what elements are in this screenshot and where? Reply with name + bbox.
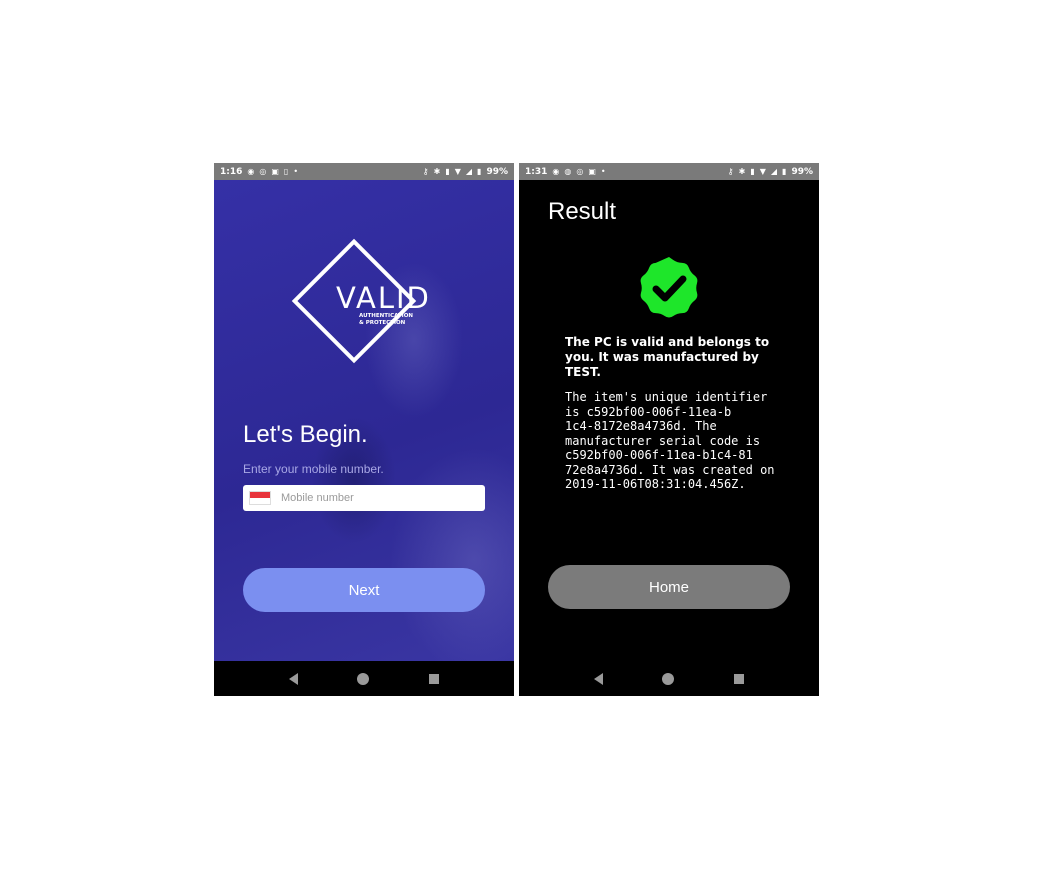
wifi-icon: ▼ (454, 166, 461, 176)
dot-icon: • (600, 166, 606, 176)
messenger-icon: ◎ (259, 166, 267, 176)
back-icon[interactable] (593, 672, 603, 685)
result-detail-line: 72e8a4736d. It was created on (565, 462, 775, 477)
verified-check-icon (640, 257, 698, 318)
nav-bar (214, 661, 514, 696)
recents-icon[interactable] (734, 673, 745, 684)
battery-icon: ▮ (782, 166, 787, 176)
dot-icon: • (293, 166, 299, 176)
logo-tagline-line2: & PROTECTION (359, 320, 406, 326)
battery-level: 99% (486, 166, 508, 177)
result-detail-line: is c592bf00-006f-11ea-b (565, 404, 732, 419)
recents-icon[interactable] (429, 673, 440, 684)
mobile-hint: Enter your mobile number. (243, 462, 384, 476)
battery-level: 99% (791, 166, 813, 177)
result-detail-line: 2019-11-06T08:31:04.456Z. (565, 477, 746, 491)
status-bar: 1:31 ◉ ◍ ◎ ▣ • ⚷ ✱ ▮ ▼ ◢ ▮ 99% (519, 163, 819, 180)
messenger-icon: ◎ (576, 166, 584, 176)
vibrate-icon: ▮ (445, 166, 450, 176)
home-nav-icon[interactable] (357, 672, 370, 685)
maps-icon: ◍ (564, 166, 572, 176)
home-button[interactable]: Home (548, 565, 790, 609)
result-message: The PC is valid and belongs to you. It w… (565, 335, 770, 379)
mobile-number-input[interactable] (279, 491, 473, 505)
status-time: 1:16 (220, 166, 243, 177)
wifi-icon: ▼ (759, 166, 766, 176)
mobile-number-field[interactable] (243, 485, 485, 511)
status-time: 1:31 (525, 166, 548, 177)
key-icon: ⚷ (422, 166, 429, 176)
signal-icon: ◢ (465, 166, 473, 176)
spotify-icon: ◉ (247, 166, 255, 176)
page-title: Let's Begin. (243, 421, 368, 448)
back-icon[interactable] (288, 672, 298, 685)
result-screen: 1:31 ◉ ◍ ◎ ▣ • ⚷ ✱ ▮ ▼ ◢ ▮ 99% Result Th… (519, 163, 819, 696)
logo-tagline: AUTHENTICATION & PROTECTION (359, 313, 413, 327)
result-details: The item's unique identifier is c592bf00-… (565, 390, 775, 492)
login-screen: 1:16 ◉ ◎ ▣ ▯ • ⚷ ✱ ▮ ▼ ◢ ▮ 99% VALID AUT… (214, 163, 514, 696)
sim-icon: ▯ (283, 166, 289, 176)
home-nav-icon[interactable] (662, 672, 675, 685)
logo-tagline-line1: AUTHENTICATION (359, 313, 414, 319)
vibrate-icon: ▮ (750, 166, 755, 176)
result-detail-line: c592bf00-006f-11ea-b1c4-81 (565, 448, 753, 462)
singapore-flag-icon[interactable] (249, 491, 271, 505)
result-detail-line: 1c4-8172e8a4736d. The (565, 419, 717, 433)
instagram-icon: ▣ (588, 166, 596, 176)
nav-bar (519, 661, 819, 696)
status-bar: 1:16 ◉ ◎ ▣ ▯ • ⚷ ✱ ▮ ▼ ◢ ▮ 99% (214, 163, 514, 180)
bluetooth-icon: ✱ (738, 166, 746, 176)
result-detail-line: The item's unique identifier (565, 390, 768, 404)
next-button[interactable]: Next (243, 568, 485, 612)
signal-icon: ◢ (770, 166, 778, 176)
result-detail-line: manufacturer serial code is (565, 433, 761, 448)
page-title: Result (548, 198, 617, 225)
battery-icon: ▮ (477, 166, 482, 176)
logo-text: VALID (336, 281, 431, 315)
instagram-icon: ▣ (271, 166, 279, 176)
spotify-icon: ◉ (552, 166, 560, 176)
key-icon: ⚷ (727, 166, 734, 176)
bluetooth-icon: ✱ (433, 166, 441, 176)
